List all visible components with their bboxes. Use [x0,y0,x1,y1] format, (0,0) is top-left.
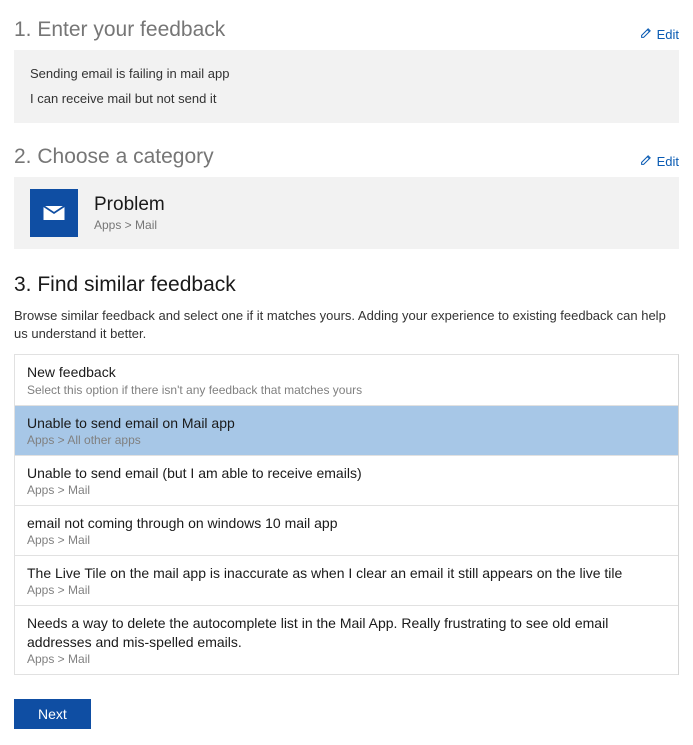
feedback-item-title: email not coming through on windows 10 m… [27,514,666,532]
feedback-item[interactable]: Needs a way to delete the autocomplete l… [15,606,678,674]
feedback-item-title: New feedback [27,363,666,381]
feedback-item[interactable]: email not coming through on windows 10 m… [15,506,678,556]
feedback-item-title: The Live Tile on the mail app is inaccur… [27,564,666,582]
feedback-item-title: Needs a way to delete the autocomplete l… [27,614,666,650]
section-1-title: 1. Enter your feedback [14,18,225,42]
edit-feedback-link[interactable]: Edit [640,26,679,42]
instructions-text: Browse similar feedback and select one i… [14,307,679,342]
feedback-item[interactable]: New feedback Select this option if there … [15,355,678,405]
feedback-item-sub: Apps > Mail [27,583,666,597]
feedback-item-title: Unable to send email on Mail app [27,414,666,432]
pencil-icon [640,26,653,42]
section-3-title: 3. Find similar feedback [14,273,236,297]
feedback-summary-card: Sending email is failing in mail app I c… [14,50,679,123]
feedback-summary-title: Sending email is failing in mail app [30,62,663,87]
section-1-header: 1. Enter your feedback Edit [14,18,679,42]
section-2-header: 2. Choose a category Edit [14,145,679,169]
feedback-item-sub: Apps > Mail [27,533,666,547]
feedback-item-sub: Apps > Mail [27,483,666,497]
feedback-item[interactable]: Unable to send email on Mail appApps > A… [15,406,678,456]
section-3-header: 3. Find similar feedback [14,273,679,297]
feedback-summary-detail: I can receive mail but not send it [30,87,663,112]
edit-label: Edit [657,154,679,169]
feedback-item[interactable]: The Live Tile on the mail app is inaccur… [15,556,678,606]
next-button[interactable]: Next [14,699,91,729]
similar-feedback-list[interactable]: New feedback Select this option if there … [14,354,679,674]
feedback-item-sub: Select this option if there isn't any fe… [27,383,666,397]
edit-label: Edit [657,27,679,42]
category-title: Problem [94,194,165,216]
feedback-item-sub: Apps > All other apps [27,433,666,447]
feedback-item-sub: Apps > Mail [27,652,666,666]
feedback-item[interactable]: Unable to send email (but I am able to r… [15,456,678,506]
edit-category-link[interactable]: Edit [640,153,679,169]
section-2-title: 2. Choose a category [14,145,214,169]
category-breadcrumb: Apps > Mail [94,218,165,232]
category-card: Problem Apps > Mail [14,177,679,249]
category-text: Problem Apps > Mail [94,194,165,232]
feedback-item-title: Unable to send email (but I am able to r… [27,464,666,482]
pencil-icon [640,153,653,169]
mail-icon [30,189,78,237]
